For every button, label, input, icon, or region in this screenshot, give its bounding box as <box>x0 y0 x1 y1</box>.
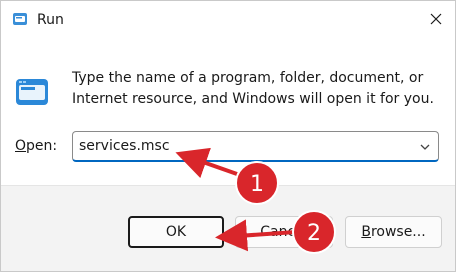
browse-label: rowse... <box>370 224 426 240</box>
run-program-icon <box>16 79 48 105</box>
description-line-2: Internet resource, and Windows will open… <box>72 91 434 107</box>
window-title: Run <box>37 12 64 28</box>
open-label: Open: <box>15 138 57 154</box>
description-line-1: Type the name of a program, folder, docu… <box>72 70 424 86</box>
close-icon <box>430 13 442 25</box>
open-combobox[interactable] <box>72 131 439 162</box>
open-label-text: pen: <box>26 138 58 154</box>
cancel-button[interactable]: Cancel <box>235 216 333 248</box>
run-icon <box>13 13 27 25</box>
dialog-body: Type the name of a program, folder, docu… <box>1 41 455 185</box>
browse-button[interactable]: Browse... <box>345 216 442 248</box>
run-dialog: Run Type the name of a program, folder, … <box>0 0 456 272</box>
button-bar: OK Cancel Browse... <box>1 185 455 271</box>
title-bar: Run <box>1 1 455 41</box>
ok-button[interactable]: OK <box>128 216 224 248</box>
browse-accelerator: B <box>361 224 371 240</box>
dialog-description: Type the name of a program, folder, docu… <box>72 68 442 110</box>
close-button[interactable] <box>419 3 453 35</box>
open-input[interactable] <box>79 132 399 160</box>
chevron-down-icon[interactable] <box>418 140 432 154</box>
open-label-accelerator: O <box>15 138 27 154</box>
